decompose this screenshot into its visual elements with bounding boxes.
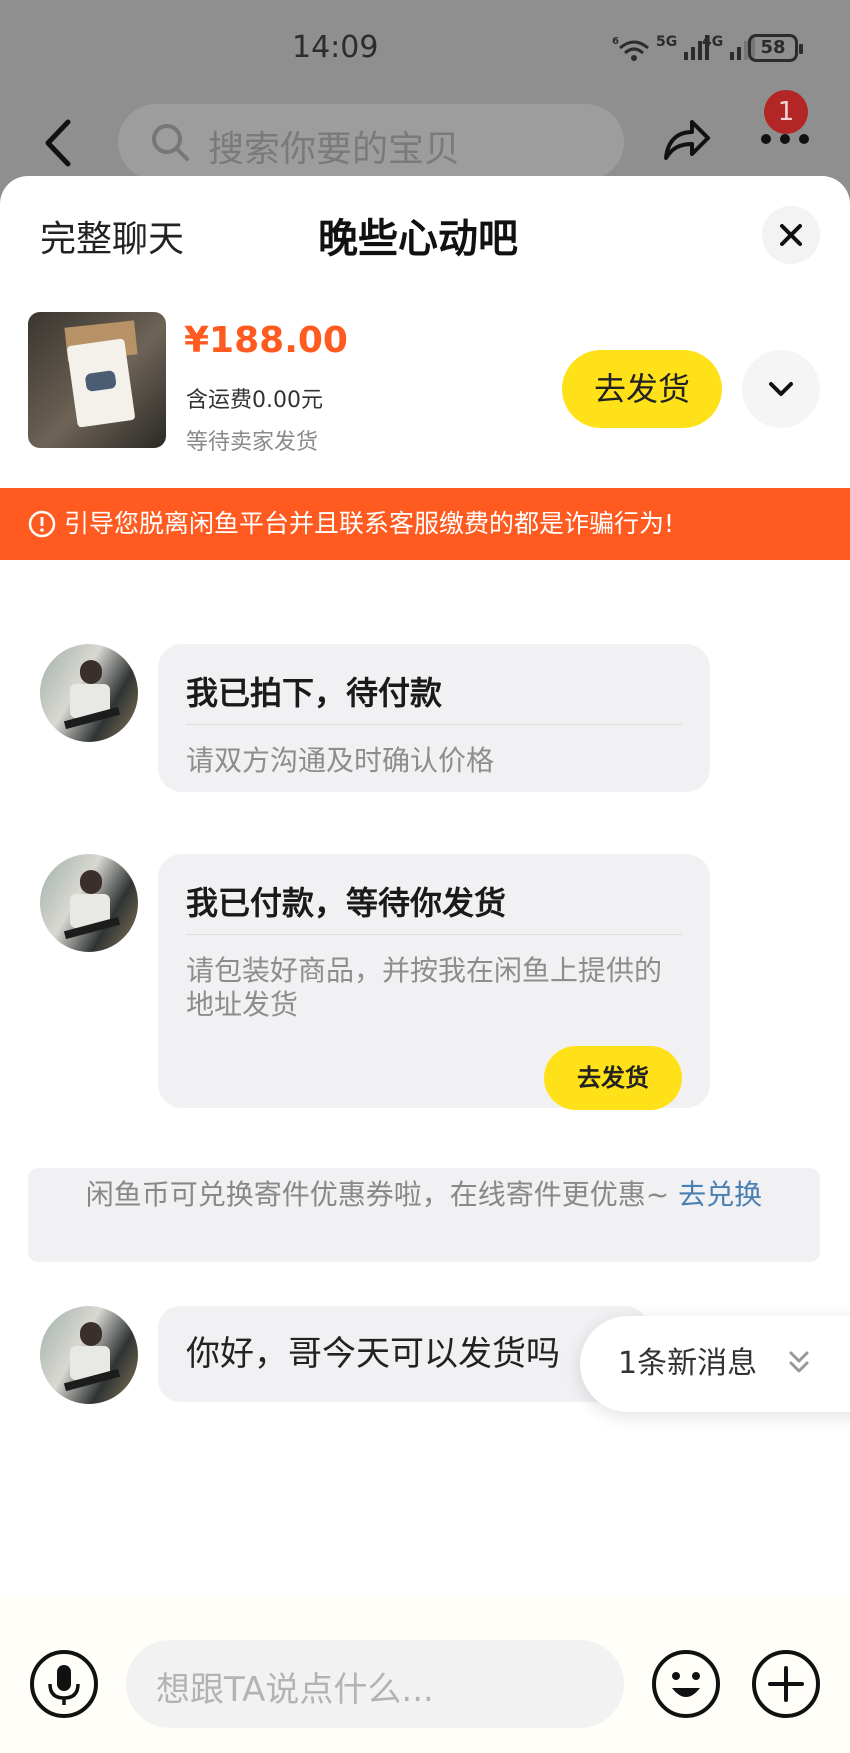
wifi-icon: 6 [612,34,652,67]
message-input[interactable]: 想跟TA说点什么... [126,1640,624,1728]
new-messages-label: 1条新消息 [618,1346,758,1381]
card-divider [186,934,682,935]
message-input-placeholder: 想跟TA说点什么... [156,1670,434,1710]
avatar[interactable] [40,1306,138,1404]
battery-indicator: 58 [748,34,803,62]
plus-icon [752,1650,820,1718]
chevron-down-icon [769,382,793,396]
back-icon[interactable] [40,118,76,172]
search-icon [152,124,189,161]
promo-notice: 闲鱼币可兑换寄件优惠券啦，在线寄件更优惠~ 去兑换 [28,1168,820,1262]
close-icon [780,224,802,246]
share-icon[interactable] [662,116,712,166]
order-card-placed[interactable]: 我已拍下，待付款 请双方沟通及时确认价格 [158,644,710,792]
order-status: 等待卖家发货 [186,430,319,455]
card-description: 请双方沟通及时确认价格 [186,744,495,777]
promo-text: 闲鱼币可兑换寄件优惠券啦，在线寄件更优惠~ [85,1178,679,1211]
chat-title: 晚些心动吧 [318,216,518,262]
product-image[interactable] [28,312,166,448]
emoji-button[interactable] [650,1648,722,1720]
product-price: ¥188.00 [184,320,348,361]
notification-badge: 1 [764,90,808,134]
sheet-header: 完整聊天 晚些心动吧 [0,176,850,286]
card-divider [186,724,682,725]
more-actions-button[interactable] [750,1648,822,1720]
card-title: 我已拍下，待付款 [186,674,443,712]
expand-button[interactable] [742,350,820,428]
microphone-icon [30,1650,98,1718]
status-bar: 14:09 6 5G 4G 58 [0,0,850,100]
voice-button[interactable] [28,1648,100,1720]
shipping-fee: 含运费0.00元 [186,388,323,413]
background-header: 搜索你要的宝贝 [0,100,850,180]
warning-text: 引导您脱离闲鱼平台并且联系客服缴费的都是诈骗行为! [64,509,675,538]
fraud-warning-banner: 引导您脱离闲鱼平台并且联系客服缴费的都是诈骗行为! [0,488,850,560]
chat-message[interactable]: 你好，哥今天可以发货吗 [158,1306,648,1402]
card-ship-button[interactable]: 去发货 [544,1046,682,1110]
svg-text:6: 6 [612,36,619,47]
status-time: 14:09 [292,30,379,65]
close-button[interactable] [762,206,820,264]
redeem-link[interactable]: 去兑换 [678,1178,762,1211]
ship-button[interactable]: 去发货 [562,350,722,428]
avatar[interactable] [40,644,138,742]
chevron-double-down-icon [789,1351,809,1373]
search-placeholder: 搜索你要的宝贝 [208,129,461,170]
search-bar[interactable]: 搜索你要的宝贝 [118,104,624,180]
chat-sheet: 完整聊天 晚些心动吧 ¥188.00 含运费0.00元 等待卖家发货 去发货 引… [0,176,850,1753]
new-messages-pill[interactable]: 1条新消息 [580,1316,850,1412]
input-bar: 想跟TA说点什么... [0,1596,850,1753]
emoji-icon [652,1650,720,1718]
product-card[interactable]: ¥188.00 含运费0.00元 等待卖家发货 去发货 [0,286,850,484]
full-chat-link[interactable]: 完整聊天 [40,210,184,262]
card-title: 我已付款，等待你发货 [186,884,507,922]
alert-icon [28,510,56,538]
avatar[interactable] [40,854,138,952]
order-card-paid[interactable]: 我已付款，等待你发货 请包装好商品，并按我在闲鱼上提供的地址发货 去发货 [158,854,710,1110]
card-description: 请包装好商品，并按我在闲鱼上提供的地址发货 [186,954,663,1021]
